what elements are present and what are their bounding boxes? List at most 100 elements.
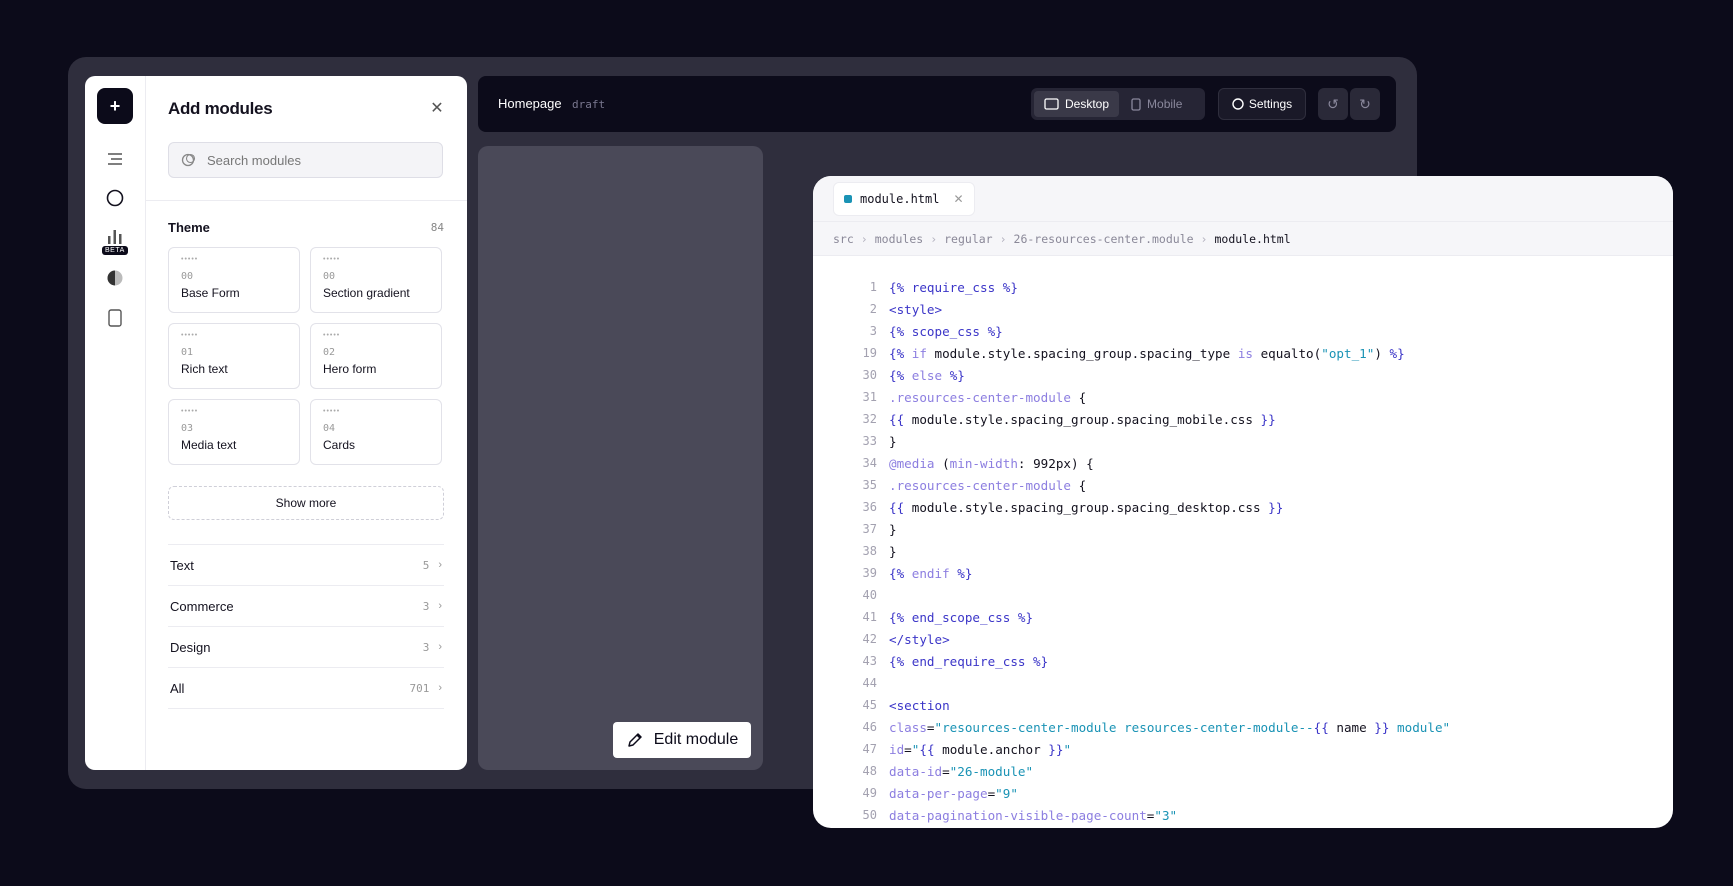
chevron-right-icon: › bbox=[438, 641, 442, 653]
breadcrumb-item[interactable]: modules bbox=[875, 232, 923, 246]
code-line: 35 .resources-center-module { bbox=[862, 477, 1087, 493]
desktop-button[interactable]: Desktop bbox=[1034, 91, 1120, 117]
redo-icon[interactable]: ↻ bbox=[1350, 88, 1380, 120]
code-line: 32{{ module.style.spacing_group.spacing_… bbox=[862, 411, 1276, 427]
breadcrumb: src › modules › regular › 26-resources-cent… bbox=[813, 222, 1673, 256]
search-field[interactable] bbox=[168, 142, 443, 178]
code-line: 47 id="{{ module.anchor }}" bbox=[862, 741, 1072, 757]
breadcrumb-item[interactable]: src bbox=[833, 232, 854, 246]
chevron-right-icon: › bbox=[438, 559, 442, 571]
module-thumb-icon: ••••• bbox=[323, 332, 341, 339]
mobile-button[interactable]: Mobile bbox=[1121, 91, 1192, 117]
category-item[interactable]: All 701 › bbox=[168, 668, 444, 709]
panel-title: Add modules bbox=[168, 99, 273, 118]
layers-icon[interactable] bbox=[103, 147, 127, 171]
code-line: 36{{ module.style.spacing_group.spacing_… bbox=[862, 499, 1284, 515]
undo-icon[interactable]: ↺ bbox=[1318, 88, 1348, 120]
mobile-label: Mobile bbox=[1147, 97, 1183, 111]
theme-count: 84 bbox=[430, 221, 444, 234]
category-count: 701 bbox=[409, 681, 430, 695]
file-tab-name: module.html bbox=[860, 192, 940, 206]
theme-label: Theme bbox=[168, 220, 210, 235]
category-label: Commerce bbox=[170, 598, 234, 614]
theme-header: Theme 84 bbox=[168, 220, 444, 235]
code-line: 19 {% if module.style.spacing_group.spaci… bbox=[862, 345, 1405, 361]
chevron-right-icon: › bbox=[438, 682, 442, 694]
category-item[interactable]: Design 3 › bbox=[168, 627, 444, 668]
code-line: 39 {% endif %} bbox=[862, 565, 973, 581]
module-card[interactable]: ••••• 03 Media text bbox=[168, 399, 300, 465]
category-count: 3 bbox=[422, 599, 430, 613]
category-count: 5 bbox=[422, 558, 430, 572]
module-card[interactable]: ••••• 00 Base Form bbox=[168, 247, 300, 313]
code-line: 30 {% else %} bbox=[862, 367, 965, 383]
circle-icon[interactable] bbox=[103, 186, 127, 210]
plus-icon[interactable]: + bbox=[97, 88, 133, 124]
code-line: 38} bbox=[862, 543, 897, 559]
settings-icon bbox=[1232, 98, 1244, 110]
module-name: Hero form bbox=[323, 362, 377, 376]
module-card[interactable]: ••••• 04 Cards bbox=[310, 399, 442, 465]
desktop-icon bbox=[1044, 98, 1059, 110]
beta-badge: BETA bbox=[102, 246, 128, 255]
page-canvas: Edit module bbox=[478, 146, 763, 770]
settings-button[interactable]: Settings bbox=[1218, 88, 1306, 120]
module-number: 02 bbox=[323, 347, 336, 358]
module-thumb-icon: ••••• bbox=[181, 332, 199, 339]
module-number: 01 bbox=[181, 347, 194, 358]
code-line: 44 bbox=[862, 676, 877, 690]
code-line: 49 data-per-page="9" bbox=[862, 785, 1018, 801]
pencil-icon bbox=[628, 733, 642, 747]
close-icon[interactable]: ✕ bbox=[429, 101, 445, 117]
code-line: 34 @media (min-width: 992px) { bbox=[862, 455, 1094, 471]
editor-topbar: Homepage draft Desktop Mobile Settings ↺… bbox=[478, 76, 1396, 132]
module-card[interactable]: ••••• 00 Section gradient bbox=[310, 247, 442, 313]
module-name: Base Form bbox=[181, 286, 240, 300]
file-tab[interactable]: module.html ✕ bbox=[833, 182, 975, 216]
code-line: 37} bbox=[862, 521, 897, 537]
panel-body: Add modules ✕ Theme 84 ••••• 00 Base For… bbox=[145, 76, 467, 770]
module-name: Rich text bbox=[181, 362, 228, 376]
undo-redo-group: ↺ ↻ bbox=[1318, 88, 1380, 120]
page-icon[interactable] bbox=[103, 306, 127, 330]
icon-rail: + BETA bbox=[85, 76, 146, 770]
breadcrumb-item[interactable]: 26-resources-center.module bbox=[1014, 232, 1194, 246]
theme-icon[interactable] bbox=[103, 266, 127, 290]
category-list: Text 5 › Commerce 3 › Design 3 › All 701 › bbox=[168, 544, 444, 709]
code-line: 45 <section bbox=[862, 697, 950, 713]
module-card[interactable]: ••••• 01 Rich text bbox=[168, 323, 300, 389]
code-area[interactable]: 1 {% require_css %} 2 <style> 3 {% scope_cs… bbox=[813, 276, 1673, 826]
show-more-button[interactable]: Show more bbox=[168, 486, 444, 520]
module-grid: ••••• 00 Base Form ••••• 00 Section grad… bbox=[168, 247, 444, 465]
category-label: Text bbox=[170, 557, 194, 573]
code-editor: module.html ✕ src › modules › regular › 26-… bbox=[813, 176, 1673, 828]
add-modules-panel: + BETA Add modules ✕ Theme 84 bbox=[85, 76, 467, 770]
code-line: 43 {% end_require_css %} bbox=[862, 653, 1049, 669]
search-input[interactable] bbox=[205, 151, 429, 169]
chart-icon[interactable] bbox=[103, 224, 127, 248]
settings-label: Settings bbox=[1248, 97, 1293, 111]
category-item[interactable]: Text 5 › bbox=[168, 545, 444, 586]
module-thumb-icon: ••••• bbox=[181, 408, 199, 415]
code-line: 1 {% require_css %} bbox=[869, 279, 1018, 295]
file-type-icon bbox=[844, 195, 852, 203]
code-line: 3 {% scope_css %} bbox=[869, 323, 1003, 339]
module-thumb-icon: ••••• bbox=[181, 256, 199, 263]
code-line: 46 class="resources-center-module resourc… bbox=[862, 719, 1451, 735]
page-status: draft bbox=[572, 98, 606, 111]
category-label: All bbox=[170, 680, 185, 696]
code-line: 41 {% end_scope_css %} bbox=[862, 609, 1034, 625]
close-tab-icon[interactable]: ✕ bbox=[953, 192, 963, 206]
module-name: Section gradient bbox=[323, 286, 410, 300]
module-number: 00 bbox=[323, 271, 336, 282]
module-card[interactable]: ••••• 02 Hero form bbox=[310, 323, 442, 389]
module-number: 04 bbox=[323, 423, 336, 434]
page-title: Homepage bbox=[498, 96, 562, 111]
category-item[interactable]: Commerce 3 › bbox=[168, 586, 444, 627]
breadcrumb-current: module.html bbox=[1214, 231, 1291, 246]
code-line: 31 .resources-center-module { bbox=[862, 389, 1087, 405]
category-label: Design bbox=[170, 639, 211, 655]
divider bbox=[145, 200, 467, 201]
edit-module-button[interactable]: Edit module bbox=[613, 722, 751, 758]
breadcrumb-item[interactable]: regular bbox=[944, 232, 992, 246]
